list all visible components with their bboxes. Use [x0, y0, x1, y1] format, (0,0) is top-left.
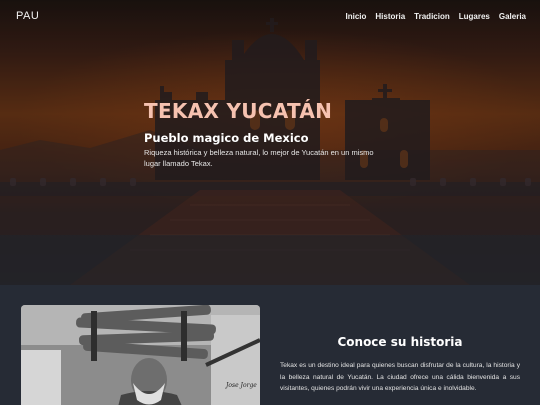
nav-link-inicio[interactable]: Inicio — [345, 12, 366, 21]
hero-subtitle: Pueblo magico de Mexico — [144, 131, 309, 145]
history-title: Conoce su historia — [337, 335, 463, 349]
photo-signature: Jose Jorge — [224, 382, 257, 389]
porter-photo-image: Jose Jorge — [21, 305, 260, 405]
hero-text-block: TEKAX YUCATÁN Pueblo magico de Mexico Ri… — [144, 98, 394, 169]
nav-menu: Inicio Historia Tradicion Lugares Galeri… — [345, 12, 526, 21]
nav-link-lugares[interactable]: Lugares — [459, 12, 490, 21]
top-navbar: PAU Inicio Historia Tradicion Lugares Ga… — [0, 0, 540, 32]
hero-title: TEKAX YUCATÁN — [144, 99, 333, 123]
nav-link-galeria[interactable]: Galeria — [499, 12, 526, 21]
history-body: Tekax es un destino ideal para quienes b… — [280, 362, 520, 392]
hero-description: Riqueza histórica y belleza natural, lo … — [144, 148, 374, 168]
brand-logo[interactable]: PAU — [16, 10, 39, 22]
history-section: Conoce su historia Tekax es un destino i… — [280, 332, 520, 395]
nav-link-tradicion[interactable]: Tradicion — [414, 12, 450, 21]
history-photo: Jose Jorge — [21, 305, 260, 405]
nav-link-historia[interactable]: Historia — [375, 12, 405, 21]
hero-section: PAU Inicio Historia Tradicion Lugares Ga… — [0, 0, 540, 285]
